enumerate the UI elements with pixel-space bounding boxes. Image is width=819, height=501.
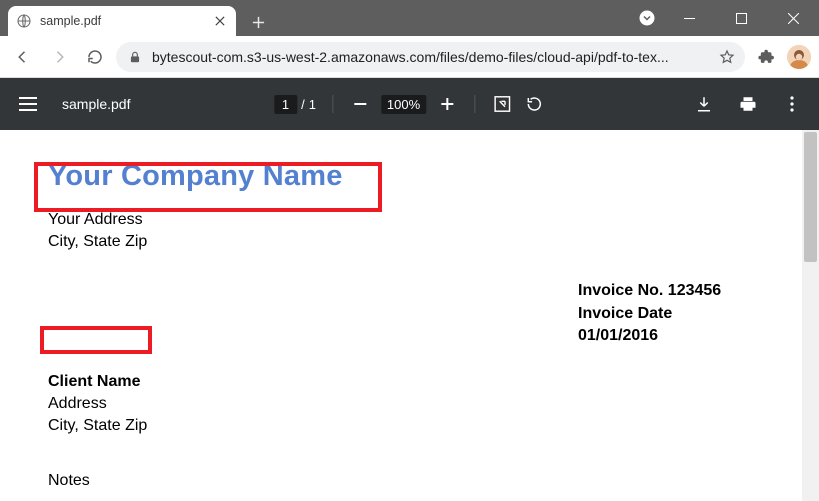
chevron-in-circle-icon[interactable] — [635, 6, 659, 30]
tab-title: sample.pdf — [40, 14, 212, 28]
browser-tab[interactable]: sample.pdf — [8, 6, 236, 36]
pdf-toolbar-right — [693, 93, 803, 115]
client-address-line1: Address — [48, 393, 754, 415]
fit-page-button[interactable] — [491, 93, 513, 115]
invoice-number: Invoice No. 123456 — [578, 280, 754, 302]
scrollbar-track[interactable] — [802, 130, 819, 501]
globe-icon — [16, 13, 32, 29]
company-name: Your Company Name — [48, 160, 754, 193]
invoice-date: Invoice Date 01/01/2016 — [578, 303, 754, 348]
rotate-button[interactable] — [523, 93, 545, 115]
page-separator: / — [301, 97, 305, 112]
client-address-line2: City, State Zip — [48, 415, 754, 437]
toolbar-divider — [474, 95, 475, 113]
minimize-button[interactable] — [667, 3, 711, 33]
toolbar-divider — [332, 95, 333, 113]
client-name: Client Name — [48, 371, 754, 393]
company-address-line2: City, State Zip — [48, 231, 754, 253]
close-icon[interactable] — [212, 13, 228, 29]
forward-button[interactable] — [44, 42, 74, 72]
address-bar[interactable]: bytescout-com.s3-us-west-2.amazonaws.com… — [116, 42, 745, 72]
zoom-level[interactable]: 100% — [381, 95, 426, 114]
print-button[interactable] — [737, 93, 759, 115]
browser-toolbar: bytescout-com.s3-us-west-2.amazonaws.com… — [0, 36, 819, 78]
pdf-viewport: Your Company Name Your Address City, Sta… — [0, 130, 819, 501]
notes-heading: Notes — [48, 472, 754, 490]
invoice-meta: Invoice No. 123456 Invoice Date 01/01/20… — [48, 280, 754, 347]
back-button[interactable] — [8, 42, 38, 72]
window-titlebar: sample.pdf — [0, 0, 819, 36]
extensions-icon[interactable] — [751, 42, 781, 72]
pdf-page: Your Company Name Your Address City, Sta… — [0, 130, 802, 501]
window-controls — [635, 0, 819, 36]
more-menu-button[interactable] — [781, 93, 803, 115]
profile-avatar[interactable] — [787, 45, 811, 69]
close-window-button[interactable] — [771, 3, 815, 33]
pdf-toolbar-center: 1 / 1 100% — [274, 93, 545, 115]
tab-strip: sample.pdf — [0, 0, 272, 36]
page-current-input[interactable]: 1 — [274, 95, 297, 114]
bookmark-icon[interactable] — [713, 49, 741, 65]
scrollbar-thumb[interactable] — [804, 132, 817, 262]
company-address-line1: Your Address — [48, 209, 754, 231]
client-block: Client Name Address City, State Zip — [48, 371, 754, 436]
page-total: 1 — [309, 97, 316, 112]
pdf-toolbar: sample.pdf 1 / 1 100% — [0, 78, 819, 130]
reload-button[interactable] — [80, 42, 110, 72]
zoom-in-button[interactable] — [436, 93, 458, 115]
url-text: bytescout-com.s3-us-west-2.amazonaws.com… — [152, 49, 713, 65]
pdf-filename: sample.pdf — [62, 96, 130, 112]
new-tab-button[interactable] — [244, 8, 272, 36]
menu-icon[interactable] — [16, 95, 40, 113]
download-button[interactable] — [693, 93, 715, 115]
zoom-out-button[interactable] — [349, 93, 371, 115]
company-address: Your Address City, State Zip — [48, 209, 754, 252]
maximize-button[interactable] — [719, 3, 763, 33]
page-indicator: 1 / 1 — [274, 95, 316, 114]
lock-icon — [128, 50, 142, 64]
